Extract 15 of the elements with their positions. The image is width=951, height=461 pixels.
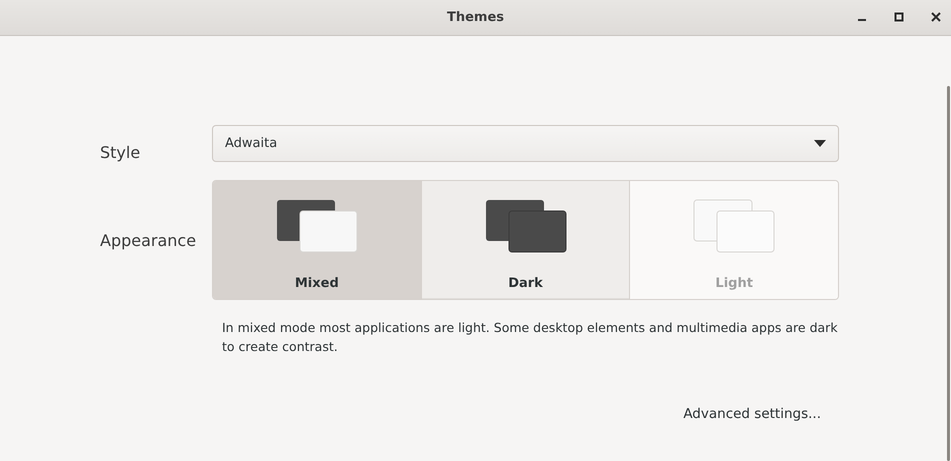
maximize-icon[interactable] (894, 12, 904, 22)
windows-icon (484, 199, 566, 254)
windows-icon (693, 199, 776, 254)
close-icon[interactable] (931, 12, 941, 22)
appearance-option[interactable]: Dark (422, 181, 630, 299)
appearance-option[interactable]: Mixed (213, 181, 422, 299)
windows-icon (276, 199, 358, 254)
window-title: Themes (446, 10, 504, 25)
advanced-settings-link[interactable]: Advanced settings... (683, 406, 821, 422)
scrollbar[interactable] (947, 86, 950, 461)
dropdown-caret-icon (814, 140, 826, 147)
style-dropdown[interactable]: Adwaita (212, 125, 839, 162)
description-text: In mixed mode most applications are light. Some desktop elements and multimedia apps are dark to create contrast. (222, 319, 839, 356)
style-label: Style (100, 143, 142, 162)
appearance-label: Appearance (100, 230, 198, 250)
